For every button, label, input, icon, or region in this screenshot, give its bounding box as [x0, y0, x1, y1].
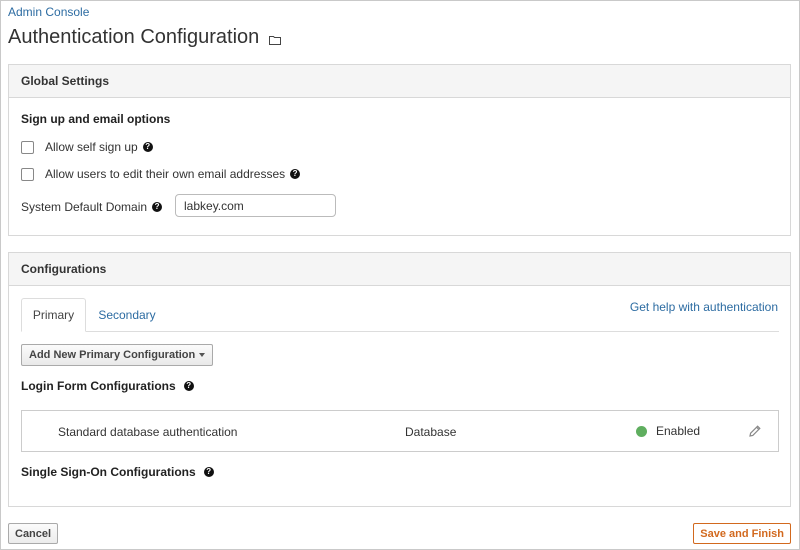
folder-icon[interactable] [269, 35, 282, 45]
global-settings-header: Global Settings [9, 65, 790, 98]
configuration-status: Enabled [636, 424, 700, 438]
tab-primary[interactable]: Primary [21, 298, 86, 332]
allow-self-signup-checkbox[interactable] [21, 140, 34, 154]
add-primary-configuration-label: Add New Primary Configuration [29, 349, 196, 361]
configurations-header: Configurations [9, 253, 790, 286]
auth-help-link[interactable]: Get help with authentication [630, 300, 778, 314]
allow-edit-email-row[interactable]: Allow users to edit their own email addr… [21, 167, 301, 181]
signup-email-section-title: Sign up and email options [21, 112, 171, 126]
login-form-configurations-title: Login Form Configurations ? [21, 379, 194, 393]
allow-self-signup-row[interactable]: Allow self sign up ? [21, 140, 153, 154]
question-circle-icon[interactable]: ? [142, 142, 153, 152]
question-circle-icon[interactable]: ? [290, 169, 301, 179]
global-settings-title: Global Settings [21, 74, 110, 88]
question-circle-icon[interactable]: ? [183, 381, 194, 391]
global-settings-panel: Global Settings Sign up and email option… [8, 64, 791, 236]
login-form-configurations-text: Login Form Configurations [21, 379, 176, 393]
question-circle-icon[interactable]: ? [152, 202, 163, 212]
add-primary-configuration-button[interactable]: Add New Primary Configuration [21, 344, 214, 366]
page-title-text: Authentication Configuration [8, 26, 260, 48]
sso-configurations-title: Single Sign-On Configurations ? [21, 465, 214, 479]
allow-edit-email-label: Allow users to edit their own email addr… [45, 167, 286, 181]
sso-configurations-text: Single Sign-On Configurations [21, 465, 196, 479]
allow-edit-email-checkbox[interactable] [21, 167, 34, 181]
question-circle-icon[interactable]: ? [203, 467, 214, 477]
configuration-status-label: Enabled [656, 424, 701, 438]
save-and-finish-button[interactable]: Save and Finish [693, 523, 791, 544]
configuration-row: Standard database authentication Databas… [21, 410, 779, 452]
configurations-panel: Configurations Primary Secondary Get hel… [8, 252, 791, 507]
system-default-domain-input[interactable] [175, 194, 336, 217]
tab-secondary[interactable]: Secondary [87, 298, 167, 332]
system-default-domain-label: System Default Domain ? [21, 200, 163, 214]
page-title: Authentication Configuration [8, 26, 282, 49]
pencil-icon[interactable] [748, 424, 762, 438]
cancel-button[interactable]: Cancel [8, 523, 59, 544]
configuration-type: Database [405, 425, 457, 439]
configuration-name: Standard database authentication [58, 425, 238, 439]
status-enabled-icon [636, 425, 647, 437]
allow-self-signup-label: Allow self sign up [45, 140, 138, 154]
caret-down-icon [199, 353, 206, 357]
configurations-title: Configurations [21, 262, 107, 276]
breadcrumb-admin-console[interactable]: Admin Console [8, 5, 89, 19]
system-default-domain-text: System Default Domain [21, 200, 148, 214]
